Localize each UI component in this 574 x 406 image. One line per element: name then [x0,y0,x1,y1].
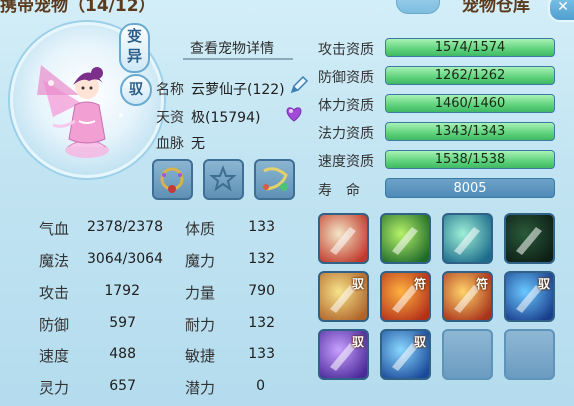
empty-equip[interactable] [203,159,244,200]
stamina-aptitude-label: 体力资质 [318,98,374,114]
stealth-skill[interactable] [442,213,493,264]
magic-aptitude-value: 1343/1343 [434,124,506,139]
sword-skill[interactable] [318,213,369,264]
stamina-aptitude-bar: 1460/1460 [385,94,555,113]
name-label: 名称 [156,82,184,98]
skill-tag: 驭 [351,335,364,349]
strength-value: 790 [248,283,275,299]
necklace-icon [160,167,184,193]
empty-skill-1[interactable] [442,329,493,380]
potential-label: 潜力 [185,379,216,397]
necklace-equip[interactable] [152,159,193,200]
pet-panel: 携带宠物（14/12） 宠物仓库 ✕ 变异 驭 查看宠物详情 名称 云萝仙子(1… [0,0,574,406]
rage-skill[interactable]: 符 [380,271,431,322]
agility-label: 敏捷 [185,347,216,365]
speed-value: 488 [109,346,136,362]
bloodline-label: 血脉 [156,136,184,152]
spirit-value: 657 [109,378,136,394]
magic-power-label: 魔力 [185,252,216,270]
attack-value: 1792 [104,283,140,299]
night-slash-skill-icon [516,227,542,255]
detail-underline [183,58,293,60]
pet-storage-tab[interactable]: 宠物仓库 [462,0,530,16]
defense-aptitude-label: 防御资质 [318,70,374,86]
attack-aptitude-label: 攻击资质 [318,42,374,58]
skill-tag: 驭 [413,335,426,349]
speed-aptitude-value: 1538/1538 [434,152,506,167]
speed-label: 速度 [39,347,70,365]
shadow-strike-skill[interactable] [380,213,431,264]
quality-label: 天资 [156,110,184,126]
pencil-icon[interactable] [288,74,310,96]
name-value: 云萝仙子(122) [191,82,285,98]
agility-value: 133 [248,346,275,362]
defense-aptitude-value: 1262/1262 [434,68,506,83]
skill-tag: 驭 [351,277,364,291]
star-icon [209,165,237,192]
endurance-label: 耐力 [185,316,216,334]
ride-button[interactable]: 驭 [120,74,152,106]
shadow-strike-skill-icon [392,227,418,255]
tab-decoration [396,0,440,14]
defense-aptitude-bar: 1262/1262 [385,66,555,85]
fish-skill[interactable]: 驭 [380,329,431,380]
attack-aptitude-value: 1574/1574 [434,40,506,55]
sword-skill-icon [330,227,356,255]
hp-value: 2378/2378 [87,219,163,235]
lifespan-bar: 8005 [385,178,555,198]
spirit-label: 灵力 [39,379,70,397]
view-pet-details-link[interactable]: 查看宠物详情 [190,38,274,58]
potential-value: 0 [256,378,265,394]
endurance-value: 132 [248,315,275,331]
magic-aptitude-label: 法力资质 [318,126,374,142]
talisman-skill[interactable]: 符 [442,271,493,322]
empty-skill-2[interactable] [504,329,555,380]
strength-label: 力量 [185,284,216,302]
carried-pets-title: 携带宠物（14/12） [0,0,156,16]
stamina-aptitude-value: 1460/1460 [434,96,506,111]
speed-aptitude-bar: 1538/1538 [385,150,555,169]
mutate-badge[interactable]: 变异 [119,23,150,73]
hp-label: 气血 [39,220,70,238]
bracelet-icon [263,167,288,191]
magic-aptitude-bar: 1343/1343 [385,122,555,141]
constitution-label: 体质 [185,220,216,238]
heart-icon[interactable] [284,104,304,124]
skill-tag: 符 [475,277,488,291]
quality-value: 极(15794) [191,110,261,126]
mp-label: 魔法 [39,252,70,270]
stealth-skill-icon [454,227,480,255]
skill-tag: 符 [413,277,426,291]
defense-label: 防御 [39,316,70,334]
constitution-value: 133 [248,219,275,235]
close-button[interactable]: ✕ [548,0,574,22]
lifespan-value: 8005 [453,181,487,196]
attack-aptitude-bar: 1574/1574 [385,38,555,57]
mp-value: 3064/3064 [87,251,163,267]
lifespan-label: 寿 命 [318,183,360,199]
bloodline-value: 无 [191,136,205,152]
bird-skill[interactable]: 驭 [504,271,555,322]
bracelet-equip[interactable] [254,159,295,200]
night-slash-skill[interactable] [504,213,555,264]
defense-value: 597 [109,315,136,331]
magic-power-value: 132 [248,251,275,267]
speed-aptitude-label: 速度资质 [318,154,374,170]
skill-tag: 驭 [537,277,550,291]
attack-label: 攻击 [39,284,70,302]
boot-skill[interactable]: 驭 [318,271,369,322]
crystal-skill[interactable]: 驭 [318,329,369,380]
